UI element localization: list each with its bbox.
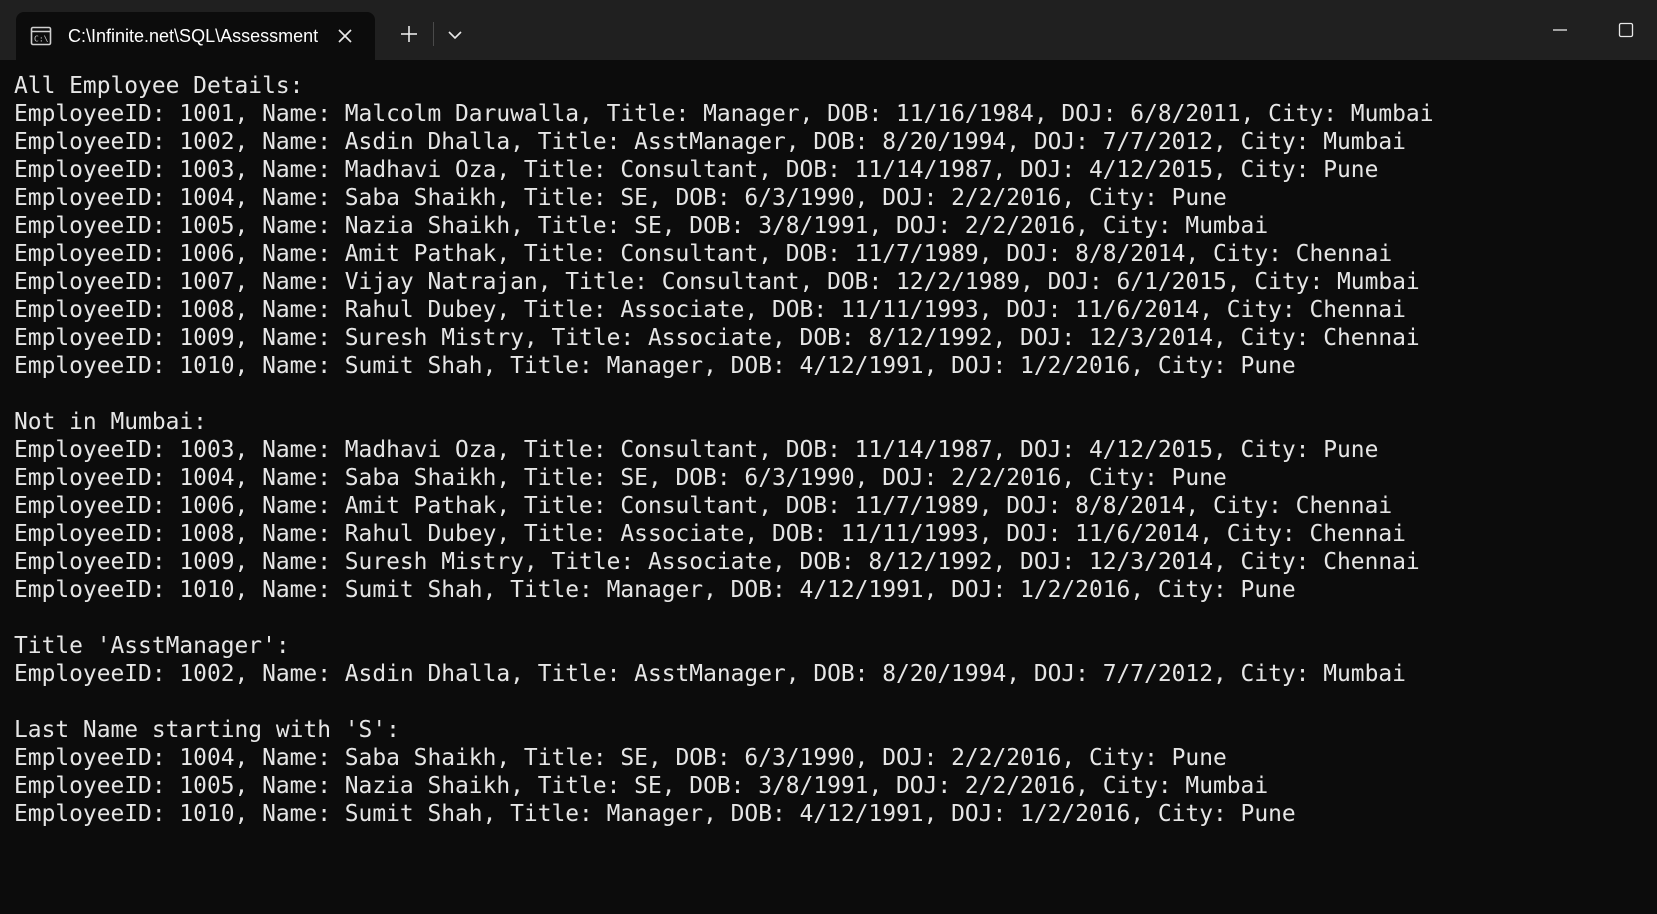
section-heading: Title 'AsstManager':	[14, 633, 290, 659]
tab-divider	[433, 22, 434, 46]
terminal-window: C:\ C:\Infinite.net\SQL\Assessment All E…	[0, 0, 1657, 914]
output-line: EmployeeID: 1004, Name: Saba Shaikh, Tit…	[14, 465, 1227, 491]
section-heading: All Employee Details:	[14, 73, 304, 99]
close-icon[interactable]	[334, 25, 356, 47]
output-line: EmployeeID: 1005, Name: Nazia Shaikh, Ti…	[14, 213, 1269, 239]
output-line: EmployeeID: 1008, Name: Rahul Dubey, Tit…	[14, 521, 1406, 547]
console-icon: C:\	[30, 26, 52, 46]
output-line: EmployeeID: 1005, Name: Nazia Shaikh, Ti…	[14, 773, 1269, 799]
output-line: EmployeeID: 1006, Name: Amit Pathak, Tit…	[14, 493, 1393, 519]
output-line: EmployeeID: 1009, Name: Suresh Mistry, T…	[14, 549, 1420, 575]
output-line: EmployeeID: 1010, Name: Sumit Shah, Titl…	[14, 801, 1296, 827]
plus-icon[interactable]	[395, 20, 423, 48]
output-line: EmployeeID: 1002, Name: Asdin Dhalla, Ti…	[14, 129, 1406, 155]
minimize-icon[interactable]	[1538, 12, 1582, 48]
title-bar: C:\ C:\Infinite.net\SQL\Assessment	[0, 0, 1657, 60]
tab-active[interactable]: C:\ C:\Infinite.net\SQL\Assessment	[16, 12, 375, 60]
output-line: EmployeeID: 1006, Name: Amit Pathak, Tit…	[14, 241, 1393, 267]
console-output[interactable]: All Employee Details: EmployeeID: 1001, N…	[14, 72, 1644, 902]
maximize-icon[interactable]	[1604, 12, 1648, 48]
output-line: EmployeeID: 1003, Name: Madhavi Oza, Tit…	[14, 157, 1379, 183]
output-line: EmployeeID: 1010, Name: Sumit Shah, Titl…	[14, 353, 1296, 379]
output-line: EmployeeID: 1008, Name: Rahul Dubey, Tit…	[14, 297, 1406, 323]
output-line: EmployeeID: 1009, Name: Suresh Mistry, T…	[14, 325, 1420, 351]
output-line: EmployeeID: 1004, Name: Saba Shaikh, Tit…	[14, 745, 1227, 771]
output-line: EmployeeID: 1007, Name: Vijay Natrajan, …	[14, 269, 1420, 295]
section-heading: Last Name starting with 'S':	[14, 717, 400, 743]
section-heading: Not in Mumbai:	[14, 409, 207, 435]
output-line: EmployeeID: 1003, Name: Madhavi Oza, Tit…	[14, 437, 1379, 463]
output-line: EmployeeID: 1010, Name: Sumit Shah, Titl…	[14, 577, 1296, 603]
tab-title: C:\Infinite.net\SQL\Assessment	[68, 26, 319, 46]
chevron-down-icon[interactable]	[442, 22, 468, 48]
output-line: EmployeeID: 1002, Name: Asdin Dhalla, Ti…	[14, 661, 1406, 687]
output-line: EmployeeID: 1001, Name: Malcolm Daruwall…	[14, 101, 1434, 127]
output-line: EmployeeID: 1004, Name: Saba Shaikh, Tit…	[14, 185, 1227, 211]
svg-text:C:\: C:\	[34, 35, 49, 44]
